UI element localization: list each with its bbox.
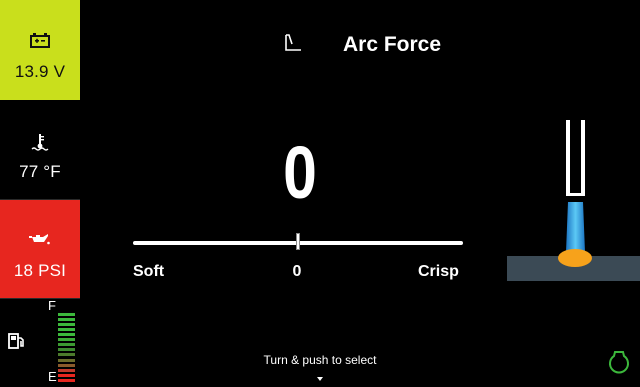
fuel-empty-label: E (48, 369, 57, 384)
fuel-full-label: F (48, 298, 56, 313)
status-divider (0, 199, 80, 200)
slider-min-label: Soft (133, 263, 165, 280)
fuel-level-segment (58, 317, 75, 321)
oil-pressure-value: 18 PSI (13, 261, 67, 280)
fuel-level-segment (58, 348, 75, 352)
fuel-level-segment (58, 338, 75, 342)
electrode-arc-icon (505, 118, 640, 288)
slider-max-label: Crisp (418, 263, 459, 280)
slider-thumb[interactable] (296, 233, 300, 250)
fuel-level-segment (58, 358, 75, 362)
fuel-level-segment (58, 333, 75, 336)
engine-status-icon (607, 349, 631, 384)
coolant-temperature-value: 77 °F (19, 162, 61, 181)
turn-push-hint: Turn & push to select (263, 353, 377, 367)
fuel-level-segment (58, 312, 75, 316)
fuel-level-segment (58, 368, 75, 372)
fuel-level-tile: F E (0, 298, 80, 387)
status-divider (0, 298, 80, 299)
oil-pressure-tile: 18 PSI (0, 199, 80, 298)
fuel-level-segment (58, 373, 75, 377)
fuel-level-gauge (58, 312, 75, 384)
battery-icon (0, 32, 80, 52)
page-title: Arc Force (343, 33, 442, 56)
fuel-level-segment (58, 353, 75, 357)
arc-force-value: 0 (283, 131, 317, 214)
slider-current-label: 0 (292, 263, 302, 280)
coolant-temperature-icon (0, 132, 80, 152)
battery-status-tile: 13.9 V (0, 0, 80, 100)
fuel-level-segment (58, 378, 75, 382)
welder-display: 13.9 V 77 °F 18 PSI F E Arc Force 0 Soft… (0, 0, 640, 387)
fuel-level-segment (58, 363, 75, 367)
caret-down-icon (317, 377, 323, 381)
fuel-level-segment (58, 327, 75, 331)
fuel-pump-icon (8, 332, 26, 355)
arc-force-icon (283, 34, 303, 57)
battery-voltage: 13.9 V (14, 62, 66, 81)
oil-pressure-icon (0, 231, 80, 251)
coolant-temperature-tile: 77 °F (0, 100, 80, 199)
fuel-level-segment (58, 322, 75, 326)
fuel-level-segment (58, 343, 75, 347)
